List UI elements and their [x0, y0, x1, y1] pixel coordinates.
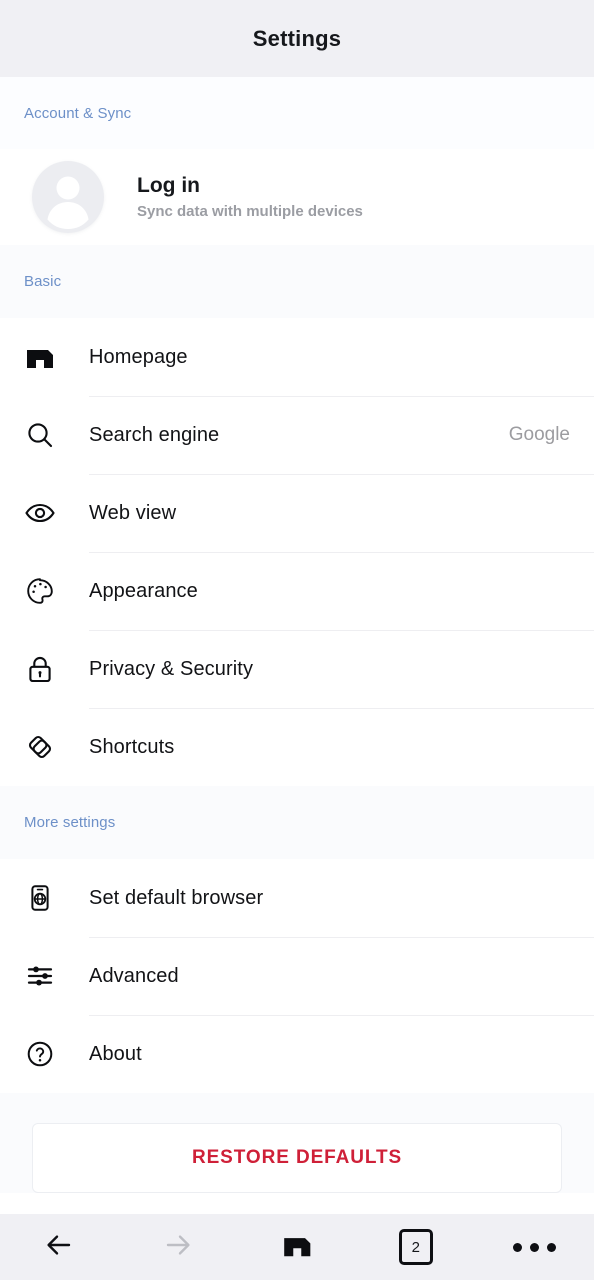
row-label: Advanced: [89, 964, 179, 987]
section-header-basic: Basic: [0, 245, 594, 318]
row-label: Web view: [89, 501, 177, 524]
page-title: Settings: [252, 25, 342, 51]
settings-list: Account & Sync Log in Sync data with mul…: [0, 77, 594, 1214]
nav-tabs-button[interactable]: 2: [356, 1214, 475, 1280]
row-appearance[interactable]: Appearance: [0, 552, 594, 630]
palette-icon: [22, 573, 58, 609]
row-label: Set default browser: [89, 886, 264, 909]
row-web-view[interactable]: Web view: [0, 474, 594, 552]
row-label: Privacy & Security: [89, 657, 254, 680]
row-label: Search engine: [89, 423, 220, 446]
account-text: Log in Sync data with multiple devices: [137, 174, 363, 220]
row-value: Google: [508, 424, 570, 445]
nav-forward-button[interactable]: [119, 1214, 238, 1280]
eye-icon: [22, 495, 58, 531]
row-label: Appearance: [89, 579, 198, 602]
section-header-account: Account & Sync: [0, 77, 594, 149]
section-header-more: More settings: [0, 786, 594, 859]
account-row-login[interactable]: Log in Sync data with multiple devices: [0, 149, 594, 245]
row-homepage[interactable]: Homepage: [0, 318, 594, 396]
sliders-icon: [22, 958, 58, 994]
restore-defaults-area: RESTORE DEFAULTS: [0, 1093, 594, 1193]
row-set-default-browser[interactable]: Set default browser: [0, 859, 594, 937]
section-label: Account & Sync: [24, 104, 132, 122]
row-search-engine[interactable]: Search engine Google: [0, 396, 594, 474]
tab-count-badge: 2: [398, 1229, 433, 1265]
account-title: Log in: [137, 174, 200, 197]
phone-globe-icon: [22, 880, 58, 916]
dot: [547, 1242, 557, 1252]
more-menu-icon: [513, 1242, 557, 1252]
row-label: About: [89, 1042, 142, 1065]
settings-screen: Settings Account & Sync Log in Sync data…: [0, 0, 594, 1280]
nav-back-button[interactable]: [0, 1214, 119, 1280]
section-label: Basic: [24, 273, 62, 290]
question-circle-icon: [22, 1036, 58, 1072]
nav-menu-button[interactable]: [475, 1214, 594, 1280]
row-about[interactable]: About: [0, 1015, 594, 1093]
row-shortcuts[interactable]: Shortcuts: [0, 708, 594, 786]
forward-arrow-icon: [161, 1228, 195, 1267]
lock-icon: [22, 651, 58, 687]
title-bar: Settings: [0, 0, 594, 77]
restore-defaults-button[interactable]: RESTORE DEFAULTS: [32, 1123, 562, 1193]
nav-home-button[interactable]: [238, 1214, 357, 1280]
shortcuts-icon: [22, 729, 58, 765]
maxthon-home-icon: [281, 1229, 313, 1266]
maxthon-logo-icon: [22, 339, 58, 375]
back-arrow-icon: [42, 1228, 76, 1267]
section-label: More settings: [24, 814, 116, 831]
user-avatar-icon: [32, 161, 104, 233]
account-subtitle: Sync data with multiple devices: [137, 203, 363, 220]
bottom-navigation-bar: 2: [0, 1214, 594, 1280]
dot: [513, 1242, 523, 1252]
row-label: Homepage: [89, 345, 188, 368]
row-privacy-security[interactable]: Privacy & Security: [0, 630, 594, 708]
row-advanced[interactable]: Advanced: [0, 937, 594, 1015]
row-label: Shortcuts: [89, 735, 175, 758]
search-icon: [22, 417, 58, 453]
dot: [530, 1242, 540, 1252]
